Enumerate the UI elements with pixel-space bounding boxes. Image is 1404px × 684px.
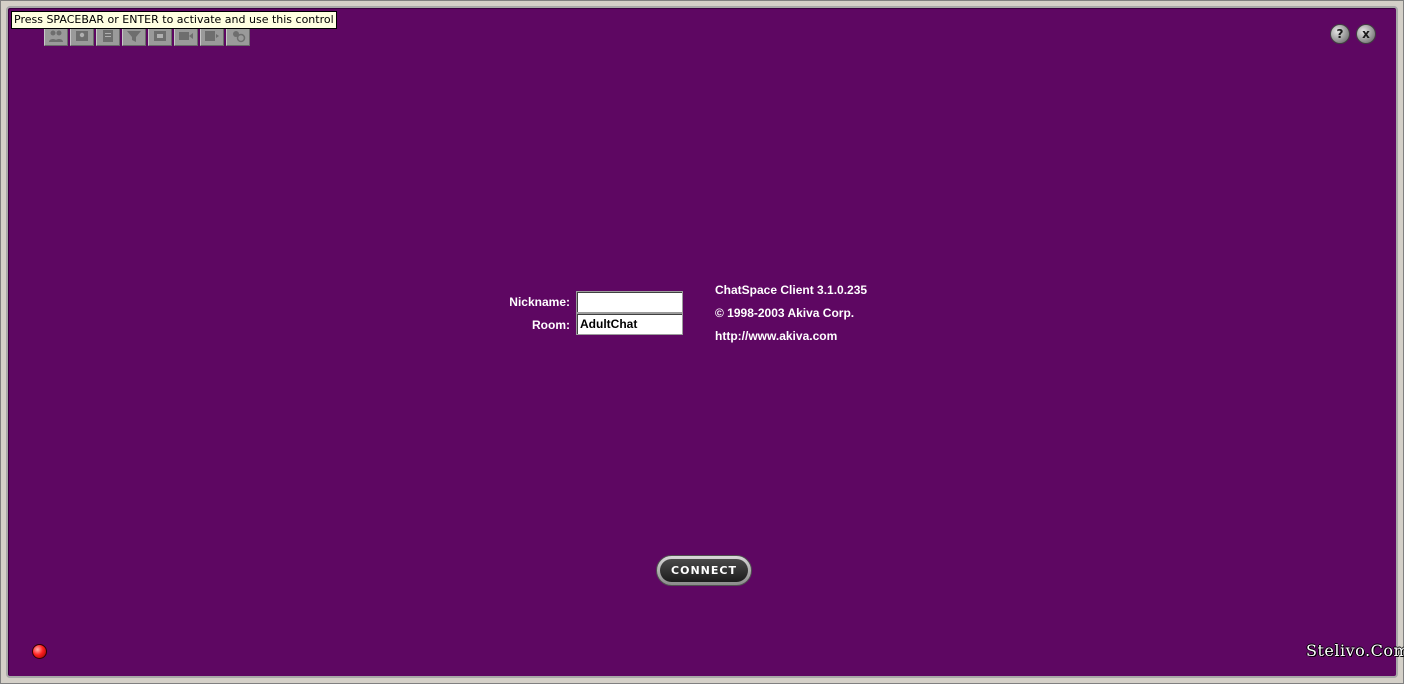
room-input[interactable] [576,313,683,335]
close-button[interactable]: x [1356,24,1376,44]
room-label: Room: [532,318,570,332]
connect-label: CONNECT [660,559,748,582]
client-version: ChatSpace Client 3.1.0.235 [715,283,868,297]
user-block-icon[interactable] [226,26,250,46]
list-icon[interactable] [200,26,224,46]
video-icon[interactable] [174,26,198,46]
settings-icon[interactable] [148,26,172,46]
app-window: Press SPACEBAR or ENTER to activate and … [0,0,1404,684]
help-button[interactable]: ? [1330,24,1350,44]
connect-button[interactable]: CONNECT [656,555,752,586]
nickname-input[interactable] [576,291,683,313]
copyright-text: © 1998-2003 Akiva Corp. [715,306,855,320]
website-link[interactable]: http://www.akiva.com [715,329,837,343]
nickname-label: Nickname: [509,295,570,309]
filter-icon[interactable] [122,26,146,46]
users-icon[interactable] [70,26,94,46]
brand-logo: Stelivo.Com [1306,641,1404,660]
tooltip: Press SPACEBAR or ENTER to activate and … [11,11,337,29]
status-indicator-icon [32,644,47,659]
people-icon[interactable] [44,26,68,46]
document-icon[interactable] [96,26,120,46]
toolbar [44,26,250,46]
